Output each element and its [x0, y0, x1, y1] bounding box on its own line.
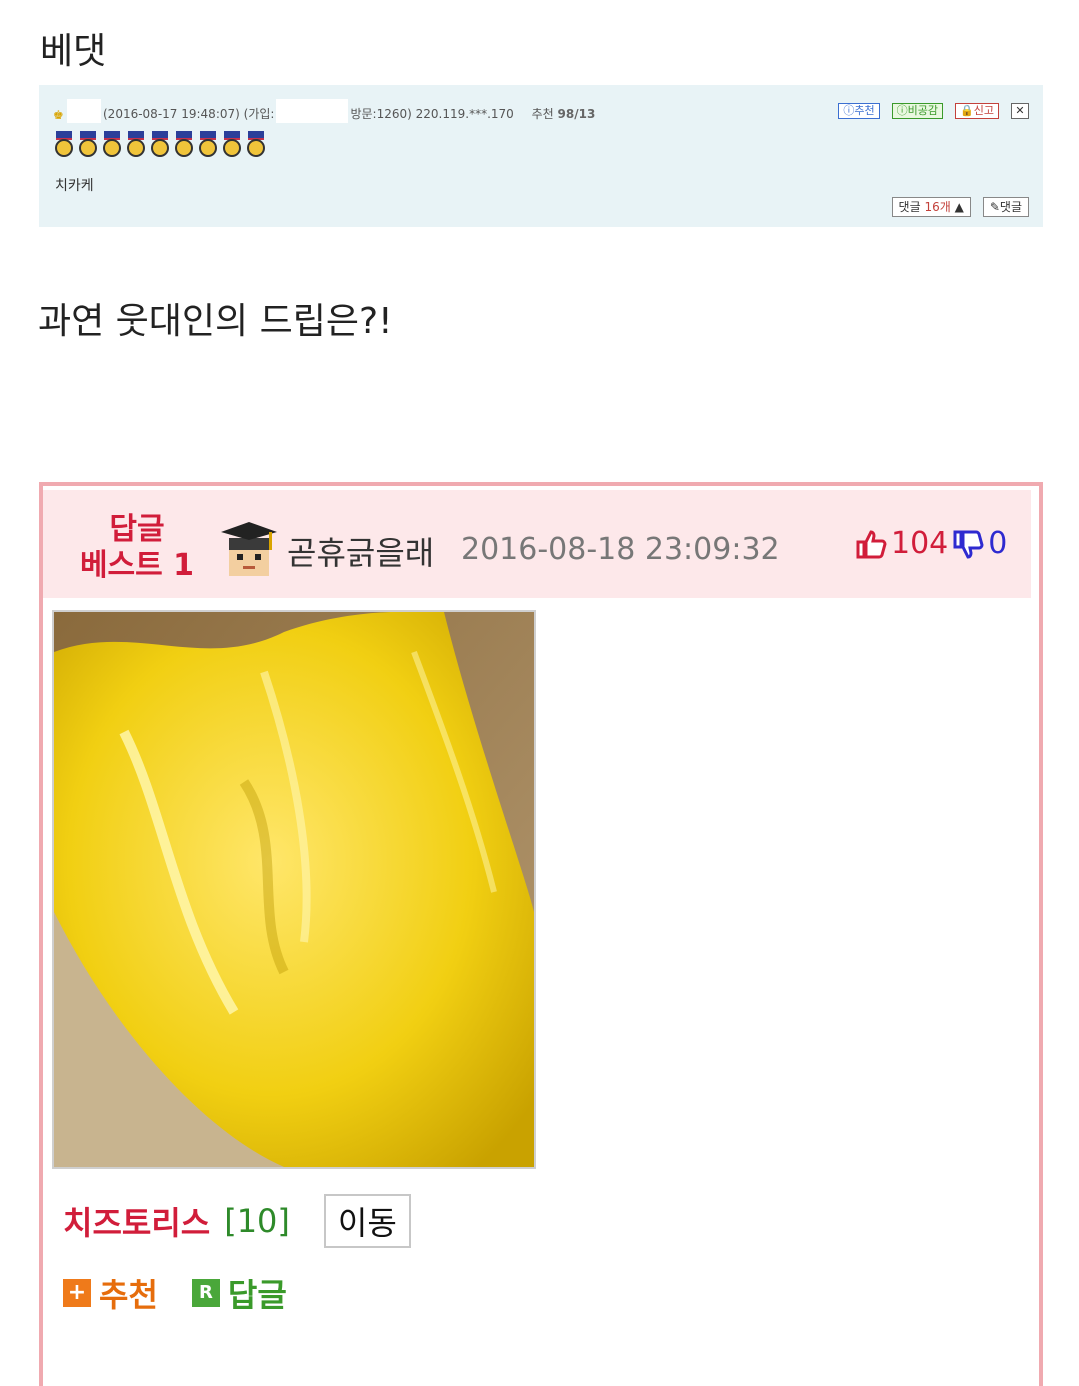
embed-report-button[interactable]: 🔒신고 [955, 103, 999, 119]
thumb-down-icon[interactable] [952, 528, 984, 560]
vote-counts: 104 0 [855, 526, 1007, 561]
tag-count: [10] [224, 1202, 290, 1240]
medal-icon [197, 131, 219, 159]
move-button[interactable]: 이동 [323, 1194, 411, 1248]
reply-label: 답글 [227, 1276, 287, 1314]
action-row: + 추천 R 답글 [63, 1270, 287, 1316]
reply-button[interactable]: R 답글 [191, 1270, 287, 1316]
embed-bottom-buttons: 댓글 16개 ▲ ✎댓글 [891, 197, 1029, 217]
report-label: 신고 [973, 104, 994, 117]
masked-nickname [67, 98, 101, 123]
best-reply-header: 답글 베스트 1 곧휴긁을래 2016-08-18 23:09:32 104 0 [43, 490, 1031, 598]
reply-count-button[interactable]: 댓글 16개 ▲ [891, 197, 971, 217]
medal-icon [53, 131, 75, 159]
medal-icon [173, 131, 195, 159]
reply-arrow: ▲ [954, 200, 964, 214]
page-title: 베댓 [40, 31, 107, 72]
recommend-value: 98/13 [557, 107, 596, 121]
masked-join-date [276, 98, 349, 123]
medal-icon [149, 131, 171, 159]
reply-icon: R [191, 1279, 220, 1307]
medal-icon [221, 131, 243, 159]
join-label: (가입: [243, 107, 275, 121]
tag-row: 치즈토리스 [10] 이동 [63, 1194, 411, 1248]
best-label-line2: 베스트 1 [79, 548, 195, 583]
recommend-label: 추천 [531, 107, 554, 121]
thumb-up-icon[interactable] [855, 528, 887, 560]
best-label-line1: 답글 [109, 512, 165, 547]
recommend-label: 추천 [99, 1276, 158, 1314]
tag-name[interactable]: 치즈토리스 [63, 1198, 210, 1244]
rank-icon: ♚ [53, 108, 64, 122]
reply-count-label: 댓글 [898, 200, 921, 214]
medal-icon [77, 131, 99, 159]
visits-text: 방문:1260) [350, 107, 412, 121]
reply-count-value: 16개 [924, 200, 951, 214]
pencil-icon: ✎ [989, 200, 1000, 214]
medal-icon [125, 131, 147, 159]
best-reply-label: 답글 베스트 1 [77, 512, 197, 584]
reply-image-cheese[interactable] [52, 610, 536, 1169]
recommend-button[interactable]: + 추천 [63, 1270, 158, 1316]
best-reply-card: 답글 베스트 1 곧휴긁을래 2016-08-18 23:09:32 104 0 [39, 482, 1043, 1386]
medal-icon [245, 131, 267, 159]
comment-buttons: ⓘ추천 ⓘ비공감 🔒신고 ✕ [838, 103, 1029, 119]
comment-text: 치카케 [55, 178, 94, 194]
write-reply-label: 댓글 [999, 200, 1022, 214]
embedded-comment-screenshot: ♚ (2016-08-17 19:48:07) (가입: 방문:1260) 220.… [39, 85, 1043, 227]
avatar [221, 522, 277, 576]
upvote-count: 104 [891, 526, 949, 561]
close-icon[interactable]: ✕ [1011, 103, 1029, 119]
plus-icon: + [63, 1279, 91, 1307]
question-text: 과연 웃대인의 드립은?! [38, 301, 393, 342]
comment-meta: ♚ (2016-08-17 19:48:07) (가입: 방문:1260) 220.… [53, 98, 596, 123]
downvote-count: 0 [988, 526, 1008, 561]
embed-recommend-button[interactable]: ⓘ추천 [838, 103, 880, 119]
comment-date: (2016-08-17 19:48:07) [103, 107, 240, 121]
author-name[interactable]: 곧휴긁을래 [287, 528, 434, 574]
embed-disapprove-button[interactable]: ⓘ비공감 [891, 103, 944, 119]
reply-timestamp: 2016-08-18 23:09:32 [461, 532, 780, 567]
medal-row [53, 131, 267, 161]
write-reply-button[interactable]: ✎댓글 [982, 197, 1029, 217]
ip-text: 220.119.***.170 [415, 107, 514, 121]
medal-icon [101, 131, 123, 159]
